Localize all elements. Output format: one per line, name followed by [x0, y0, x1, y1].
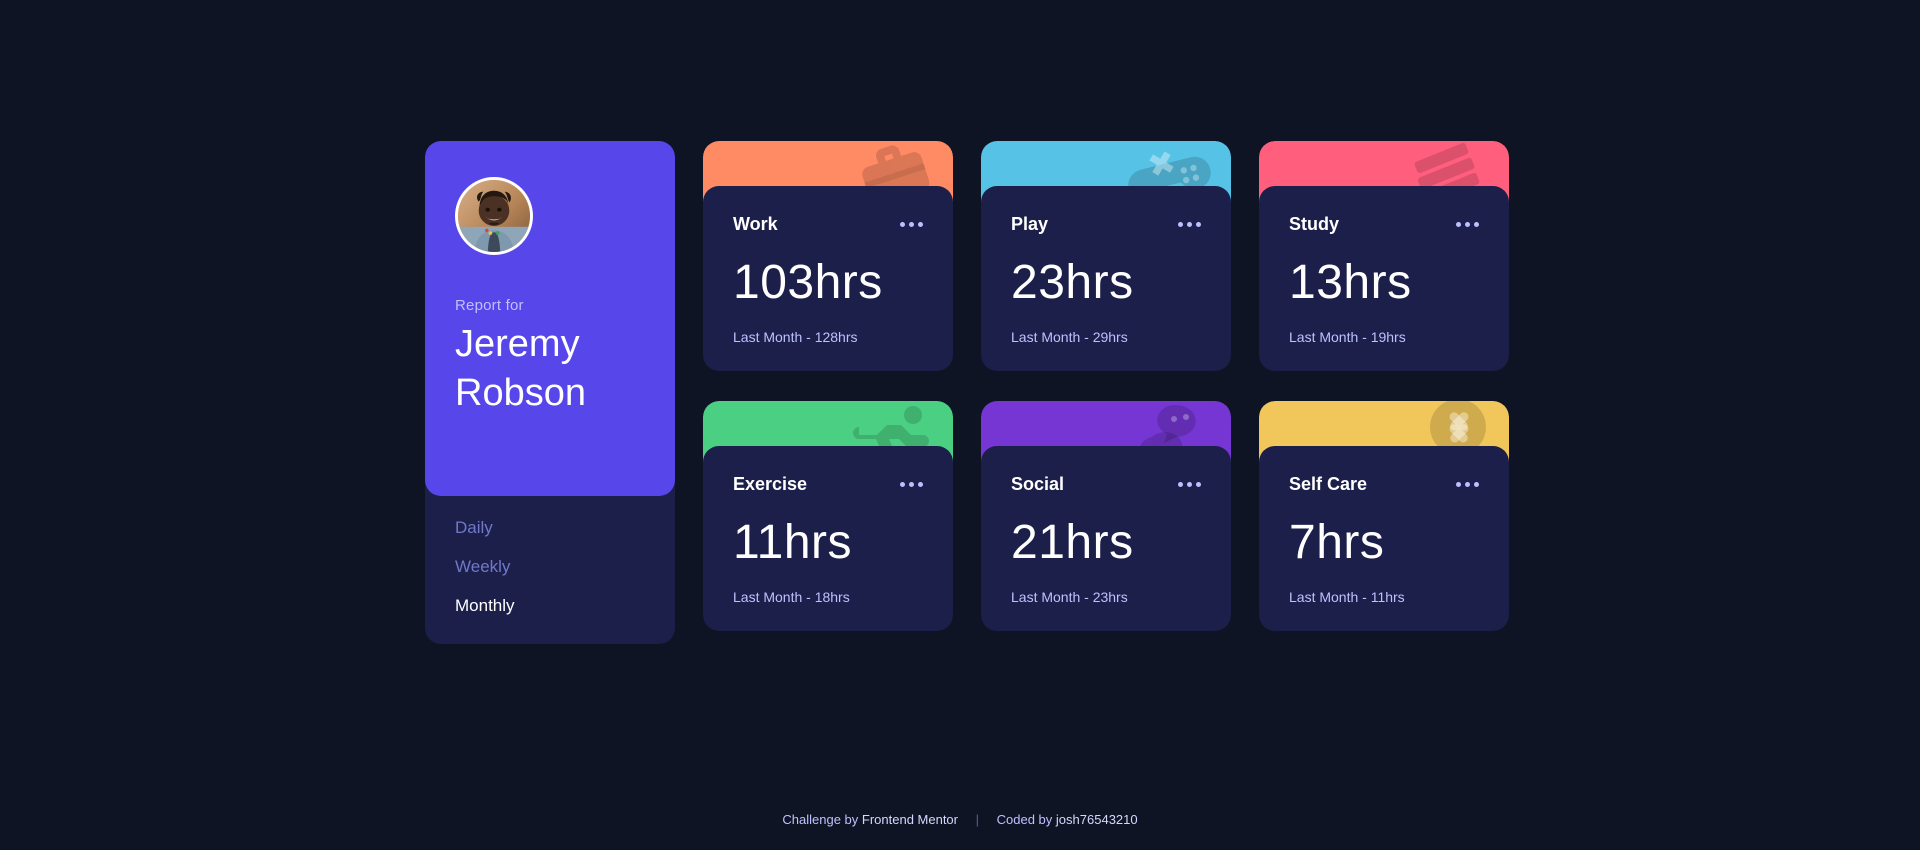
profile-card: Report for Jeremy Robson Daily Weekly Mo…	[425, 141, 675, 644]
card-menu-icon-play[interactable]	[1178, 218, 1201, 231]
card-title-self-care: Self Care	[1289, 474, 1368, 494]
coded-by-prefix: Coded by	[996, 812, 1053, 827]
frontend-mentor-link[interactable]: Frontend Mentor	[862, 812, 958, 827]
card-header-play: Play	[1011, 214, 1201, 235]
stat-card-study: Study 13hrs Last Month - 19hrs	[1259, 141, 1509, 371]
card-previous-hours-exercise: Last Month - 18hrs	[733, 589, 850, 605]
stat-cards-grid: Work 103hrs Last Month - 128hrs Play 23h…	[703, 141, 1509, 631]
author-link[interactable]: josh76543210	[1056, 812, 1138, 827]
stat-card-work: Work 103hrs Last Month - 128hrs	[703, 141, 953, 371]
stat-card-body-self-care[interactable]: Self Care 7hrs Last Month - 11hrs	[1259, 446, 1509, 631]
attribution-footer: Challenge by Frontend Mentor | Coded by …	[0, 812, 1920, 827]
card-menu-icon-work[interactable]	[900, 218, 923, 231]
card-header-self-care: Self Care	[1289, 474, 1479, 495]
profile-name-first: Jeremy	[455, 323, 580, 365]
stat-card-self-care: Self Care 7hrs Last Month - 11hrs	[1259, 401, 1509, 631]
card-current-hours-work: 103hrs	[733, 256, 883, 309]
card-menu-icon-study[interactable]	[1456, 218, 1479, 231]
range-selector: Daily Weekly Monthly	[425, 496, 675, 644]
avatar	[455, 177, 533, 255]
card-header-work: Work	[733, 214, 923, 235]
stat-card-body-exercise[interactable]: Exercise 11hrs Last Month - 18hrs	[703, 446, 953, 631]
card-previous-hours-play: Last Month - 29hrs	[1011, 329, 1128, 345]
stat-card-play: Play 23hrs Last Month - 29hrs	[981, 141, 1231, 371]
card-title-exercise: Exercise	[733, 474, 808, 494]
profile-name: Jeremy Robson	[455, 320, 605, 418]
card-header-study: Study	[1289, 214, 1479, 235]
stat-card-body-social[interactable]: Social 21hrs Last Month - 23hrs	[981, 446, 1231, 631]
card-header-social: Social	[1011, 474, 1201, 495]
stat-card-body-study[interactable]: Study 13hrs Last Month - 19hrs	[1259, 186, 1509, 371]
card-previous-hours-work: Last Month - 128hrs	[733, 329, 858, 345]
card-header-exercise: Exercise	[733, 474, 923, 495]
card-title-play: Play	[1011, 214, 1049, 234]
card-previous-hours-self-care: Last Month - 11hrs	[1289, 589, 1405, 605]
footer-separator: |	[975, 812, 980, 827]
card-menu-icon-exercise[interactable]	[900, 478, 923, 491]
card-title-study: Study	[1289, 214, 1340, 234]
card-current-hours-self-care: 7hrs	[1289, 516, 1385, 569]
range-option-monthly[interactable]: Monthly	[455, 596, 515, 616]
card-title-social: Social	[1011, 474, 1065, 494]
card-menu-icon-self-care[interactable]	[1456, 478, 1479, 491]
challenge-prefix: Challenge by	[782, 812, 859, 827]
card-current-hours-play: 23hrs	[1011, 256, 1134, 309]
card-menu-icon-social[interactable]	[1178, 478, 1201, 491]
range-option-daily[interactable]: Daily	[455, 518, 493, 538]
stat-card-body-play[interactable]: Play 23hrs Last Month - 29hrs	[981, 186, 1231, 371]
card-current-hours-social: 21hrs	[1011, 516, 1134, 569]
card-current-hours-exercise: 11hrs	[733, 516, 853, 569]
range-option-weekly[interactable]: Weekly	[455, 557, 510, 577]
card-previous-hours-study: Last Month - 19hrs	[1289, 329, 1406, 345]
card-title-work: Work	[733, 214, 778, 234]
report-for-label: Report for	[455, 297, 524, 314]
card-previous-hours-social: Last Month - 23hrs	[1011, 589, 1128, 605]
stat-card-body-work[interactable]: Work 103hrs Last Month - 128hrs	[703, 186, 953, 371]
profile-name-last: Robson	[455, 372, 586, 414]
stat-card-social: Social 21hrs Last Month - 23hrs	[981, 401, 1231, 631]
stat-card-exercise: Exercise 11hrs Last Month - 18hrs	[703, 401, 953, 631]
profile-header: Report for Jeremy Robson	[425, 141, 675, 496]
card-current-hours-study: 13hrs	[1289, 256, 1412, 309]
dashboard: Report for Jeremy Robson Daily Weekly Mo…	[425, 141, 1509, 644]
